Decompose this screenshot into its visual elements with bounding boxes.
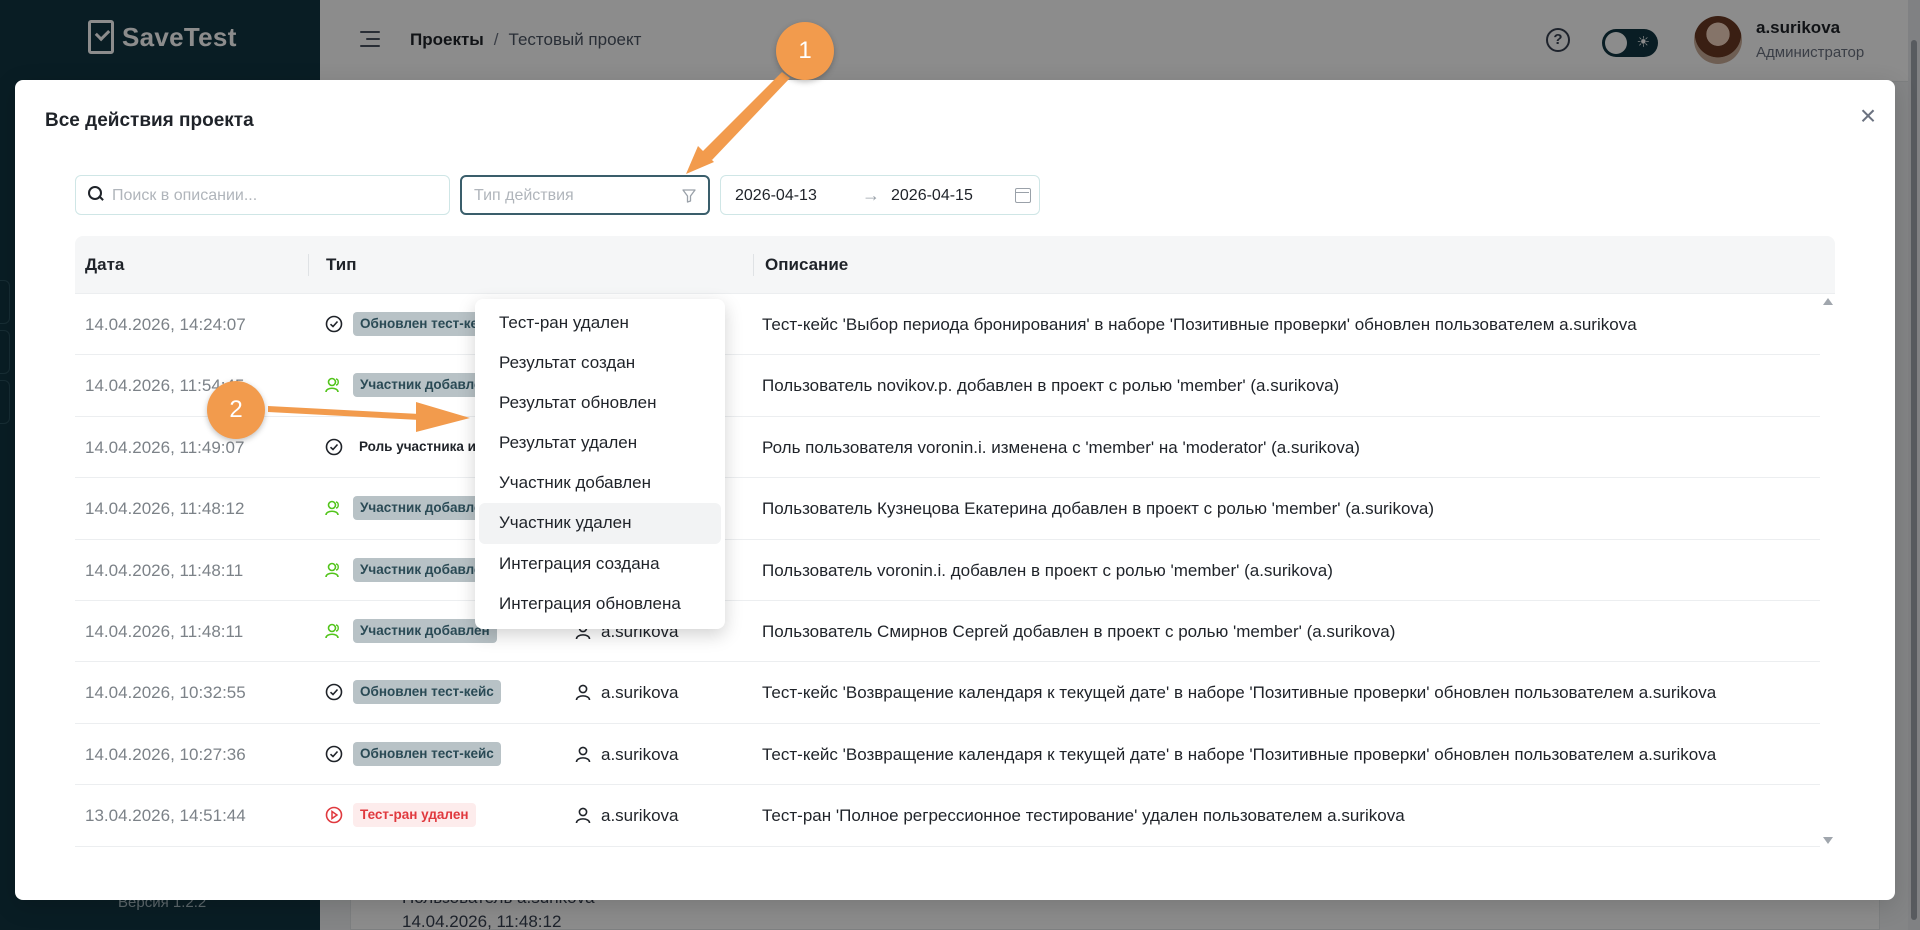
dropdown-option[interactable]: Участник удален bbox=[479, 503, 721, 544]
row-user: a.surikova bbox=[601, 744, 679, 764]
table-row[interactable]: 14.04.2026, 10:32:55 Обновлен тест-кейс a.… bbox=[75, 662, 1820, 724]
dropdown-option[interactable]: Результат удален bbox=[479, 423, 721, 463]
arrow-right-icon: → bbox=[862, 185, 880, 205]
calendar-icon bbox=[1015, 188, 1031, 203]
row-description: Пользователь Кузнецова Екатерина добавле… bbox=[762, 499, 1435, 519]
column-date[interactable]: Дата bbox=[85, 255, 124, 275]
row-date: 14.04.2026, 10:27:36 bbox=[85, 744, 246, 764]
search-input[interactable] bbox=[112, 184, 432, 208]
dropdown-option[interactable]: Результат создан bbox=[479, 343, 721, 383]
user-icon bbox=[575, 746, 591, 762]
row-user: a.surikova bbox=[601, 806, 679, 826]
play-circle-icon bbox=[325, 806, 343, 824]
row-date: 13.04.2026, 14:51:44 bbox=[85, 806, 246, 826]
scroll-down-icon[interactable] bbox=[1823, 837, 1833, 844]
step-marker-1: 1 bbox=[776, 22, 834, 80]
table-scrollbar[interactable] bbox=[1820, 294, 1835, 848]
table-header: Дата Тип Описание bbox=[75, 236, 1835, 294]
step-marker-2: 2 bbox=[207, 381, 265, 439]
row-date: 14.04.2026, 11:48:12 bbox=[85, 499, 245, 519]
check-circle-icon bbox=[325, 745, 343, 763]
user-add-icon bbox=[325, 562, 339, 577]
row-description: Тест-кейс 'Выбор периода бронирования' в… bbox=[762, 315, 1637, 334]
row-description: Роль пользователя voronin.i. изменена с … bbox=[762, 437, 1360, 457]
search-icon bbox=[88, 186, 104, 202]
row-description: Тест-кейс 'Возвращение календаря к текущ… bbox=[762, 744, 1717, 764]
modal-title: Все действия проекта bbox=[45, 110, 254, 131]
row-date: 14.04.2026, 11:48:11 bbox=[85, 621, 244, 641]
row-date: 14.04.2026, 10:32:55 bbox=[85, 683, 246, 703]
row-date: 14.04.2026, 11:48:11 bbox=[85, 560, 244, 580]
column-description[interactable]: Описание bbox=[765, 255, 848, 275]
user-icon bbox=[575, 684, 591, 701]
table-row[interactable]: 14.04.2026, 11:54:45Участник добавленa.s… bbox=[75, 355, 1820, 417]
type-badge: Обновлен тест-кейс bbox=[353, 741, 501, 766]
check-circle-icon bbox=[325, 438, 343, 456]
table-row[interactable]: 14.04.2026, 10:27:36 Обновлен тест-кейс a.… bbox=[75, 724, 1820, 786]
table-row[interactable]: 13.04.2026, 14:51:44 Тест-ран удален a.sur… bbox=[75, 785, 1820, 847]
date-to[interactable]: 2026-04-15 bbox=[891, 187, 973, 205]
user-add-icon bbox=[325, 378, 339, 393]
row-date: 14.04.2026, 14:24:07 bbox=[85, 315, 246, 334]
row-description: Тест-кейс 'Возвращение календаря к текущ… bbox=[762, 683, 1717, 703]
table-row[interactable]: 14.04.2026, 14:24:07Обновлен тест-кейсa.… bbox=[75, 294, 1820, 356]
check-circle-icon bbox=[325, 315, 343, 333]
dropdown-option[interactable]: Участник добавлен bbox=[479, 463, 721, 503]
action-type-dropdown: Тест-ран удален Результат создан Результат… bbox=[475, 299, 725, 629]
row-description: Пользователь Смирнов Сергей добавлен в п… bbox=[762, 621, 1396, 641]
type-badge: Тест-ран удален bbox=[353, 803, 476, 828]
row-description: Тест-ран 'Полное регрессионное тестирова… bbox=[762, 806, 1405, 826]
actions-table: Дата Тип Описание 14.04.2026, 14:24:07 Об… bbox=[75, 236, 1835, 848]
table-row[interactable]: 14.04.2026, 11:48:11Участник добавленa.s… bbox=[75, 540, 1820, 601]
table-body: 14.04.2026, 14:24:07 Обновлен тест-кейс a.… bbox=[75, 294, 1820, 847]
date-range-picker[interactable]: 2026-04-13 → 2026-04-15 bbox=[720, 175, 1040, 215]
row-date: 14.04.2026, 11:49:07 bbox=[85, 437, 245, 457]
row-user: a.surikova bbox=[601, 683, 679, 703]
date-from[interactable]: 2026-04-13 bbox=[735, 187, 817, 205]
user-add-icon bbox=[325, 500, 339, 516]
type-badge: Обновлен тест-кейс bbox=[353, 680, 501, 705]
action-type-input[interactable] bbox=[474, 185, 674, 207]
filter-icon bbox=[682, 189, 696, 203]
table-row[interactable]: 14.04.2026, 11:48:12Участник добавленa.s… bbox=[75, 478, 1820, 540]
dropdown-option[interactable]: Тест-ран удален bbox=[479, 303, 721, 343]
scroll-up-icon[interactable] bbox=[1823, 298, 1833, 305]
search-field[interactable] bbox=[75, 175, 450, 215]
row-description: Пользователь novikov.p. добавлен в проек… bbox=[762, 376, 1340, 396]
dropdown-option[interactable]: Результат обновлен bbox=[479, 383, 721, 423]
table-row[interactable]: 14.04.2026, 11:48:11Участник добавленa.s… bbox=[75, 601, 1820, 663]
column-type[interactable]: Тип bbox=[326, 255, 356, 275]
project-actions-modal: Все действия проекта × 2026-04-13 → 2026… bbox=[15, 80, 1895, 900]
user-icon bbox=[575, 807, 591, 824]
dropdown-option[interactable]: Интеграция обновлена bbox=[479, 584, 721, 624]
dropdown-option[interactable]: Интеграция создана bbox=[479, 544, 721, 584]
close-icon[interactable]: × bbox=[1853, 102, 1883, 132]
action-type-select[interactable] bbox=[460, 175, 710, 215]
table-row[interactable]: 14.04.2026, 11:49:07 Роль участника измен… bbox=[75, 417, 1820, 479]
check-circle-icon bbox=[325, 684, 343, 701]
user-add-icon bbox=[325, 623, 339, 639]
row-description: Пользователь voronin.i. добавлен в проек… bbox=[762, 560, 1333, 580]
